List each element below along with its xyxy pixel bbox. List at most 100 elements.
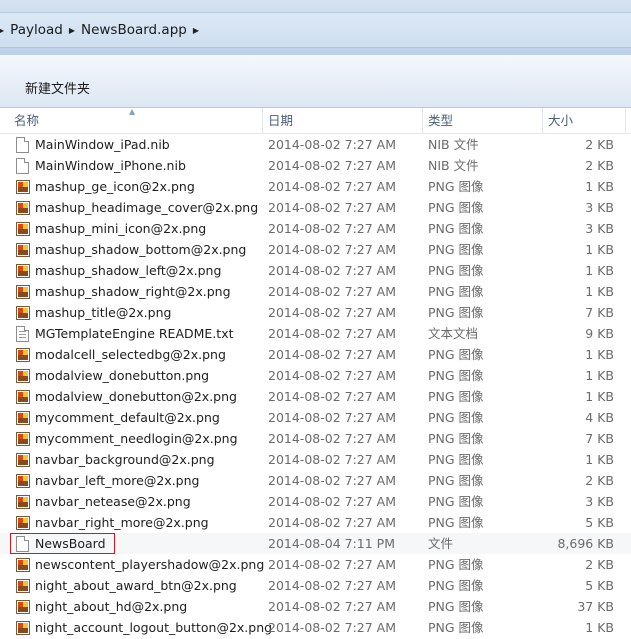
file-size: 1 KB	[585, 389, 614, 404]
file-type: PNG 图像	[428, 410, 484, 425]
file-row[interactable]: mycomment_default@2x.png 2014-08-02 7:27 …	[0, 407, 631, 428]
file-row[interactable]: night_about_award_btn@2x.png 2014-08-02 7…	[0, 575, 631, 596]
file-row[interactable]: mashup_shadow_left@2x.png 2014-08-02 7:27…	[0, 260, 631, 281]
file-date: 2014-08-02 7:27 AM	[268, 263, 396, 278]
new-folder-button[interactable]: 新建文件夹	[17, 79, 98, 101]
file-name[interactable]: night_account_logout_button@2x.png	[35, 617, 272, 638]
file-size: 2 KB	[585, 158, 614, 173]
file-name[interactable]: MGTemplateEngine README.txt	[35, 323, 234, 344]
file-name[interactable]: mycomment_needlogin@2x.png	[35, 428, 238, 449]
file-row[interactable]: mashup_headimage_cover@2x.png 2014-08-02 …	[0, 197, 631, 218]
breadcrumb-item-payload[interactable]: Payload	[6, 22, 67, 38]
breadcrumb[interactable]: ▶ Payload ▶ NewsBoard.app ▶	[0, 12, 631, 48]
file-date: 2014-08-02 7:27 AM	[268, 305, 396, 320]
column-divider[interactable]	[262, 108, 263, 133]
file-type: PNG 图像	[428, 368, 484, 383]
image-icon	[16, 452, 30, 467]
file-name[interactable]: night_about_award_btn@2x.png	[35, 575, 237, 596]
file-type: PNG 图像	[428, 200, 484, 215]
column-divider[interactable]	[422, 108, 423, 133]
file-type: PNG 图像	[428, 263, 484, 278]
file-name[interactable]: MainWindow_iPad.nib	[35, 134, 170, 155]
file-name[interactable]: navbar_left_more@2x.png	[35, 470, 199, 491]
file-type: 文件	[428, 536, 454, 551]
file-row[interactable]: mashup_mini_icon@2x.png 2014-08-02 7:27 A…	[0, 218, 631, 239]
file-type: PNG 图像	[428, 620, 484, 635]
file-name[interactable]: night_about_hd@2x.png	[35, 596, 187, 617]
image-icon	[16, 179, 30, 194]
file-size: 1 KB	[585, 452, 614, 467]
image-icon	[16, 200, 30, 215]
file-row[interactable]: NewsBoard 2014-08-04 7:11 PM 文件 8,696 KB	[0, 533, 631, 554]
file-row[interactable]: mashup_shadow_bottom@2x.png 2014-08-02 7:…	[0, 239, 631, 260]
column-header-size[interactable]: 大小	[548, 108, 573, 133]
file-row[interactable]: mashup_title@2x.png 2014-08-02 7:27 AM PNG…	[0, 302, 631, 323]
file-name[interactable]: modalcell_selectedbg@2x.png	[35, 344, 226, 365]
file-row[interactable]: navbar_netease@2x.png 2014-08-02 7:27 AM P…	[0, 491, 631, 512]
file-name[interactable]: modalview_donebutton@2x.png	[35, 386, 237, 407]
column-header-type[interactable]: 类型	[428, 108, 453, 133]
file-row[interactable]: modalcell_selectedbg@2x.png 2014-08-02 7:…	[0, 344, 631, 365]
file-name[interactable]: MainWindow_iPhone.nib	[35, 155, 186, 176]
file-name[interactable]: mycomment_default@2x.png	[35, 407, 220, 428]
file-size: 2 KB	[585, 557, 614, 572]
breadcrumb-item-newsboard-app[interactable]: NewsBoard.app	[77, 22, 191, 38]
file-size: 1 KB	[585, 284, 614, 299]
file-row[interactable]: mashup_ge_icon@2x.png 2014-08-02 7:27 AM P…	[0, 176, 631, 197]
file-date: 2014-08-02 7:27 AM	[268, 242, 396, 257]
file-type: PNG 图像	[428, 284, 484, 299]
file-date: 2014-08-02 7:27 AM	[268, 179, 396, 194]
file-row[interactable]: MainWindow_iPhone.nib 2014-08-02 7:27 AM N…	[0, 155, 631, 176]
file-name[interactable]: modalview_donebutton.png	[35, 365, 209, 386]
file-name[interactable]: mashup_shadow_left@2x.png	[35, 260, 221, 281]
image-icon	[16, 242, 30, 257]
file-row[interactable]: mycomment_needlogin@2x.png 2014-08-02 7:2…	[0, 428, 631, 449]
file-row[interactable]: navbar_left_more@2x.png 2014-08-02 7:27 A…	[0, 470, 631, 491]
file-row[interactable]: night_about_hd@2x.png 2014-08-02 7:27 AM P…	[0, 596, 631, 617]
column-divider[interactable]	[542, 108, 543, 133]
file-name[interactable]: navbar_netease@2x.png	[35, 491, 191, 512]
file-date: 2014-08-02 7:27 AM	[268, 578, 396, 593]
file-date: 2014-08-02 7:27 AM	[268, 599, 396, 614]
file-date: 2014-08-02 7:27 AM	[268, 557, 396, 572]
file-row[interactable]: MainWindow_iPad.nib 2014-08-02 7:27 AM NIB…	[0, 134, 631, 155]
file-row[interactable]: navbar_background@2x.png 2014-08-02 7:27 …	[0, 449, 631, 470]
file-name[interactable]: mashup_ge_icon@2x.png	[35, 176, 195, 197]
image-icon	[16, 221, 30, 236]
file-row[interactable]: newscontent_playershadow@2x.png 2014-08-0…	[0, 554, 631, 575]
image-icon	[16, 368, 30, 383]
file-name[interactable]: mashup_shadow_right@2x.png	[35, 281, 231, 302]
file-size: 2 KB	[585, 473, 614, 488]
chevron-right-icon[interactable]: ▶	[191, 26, 201, 35]
file-name[interactable]: mashup_headimage_cover@2x.png	[35, 197, 258, 218]
file-name[interactable]: newscontent_playershadow@2x.png	[35, 554, 264, 575]
file-date: 2014-08-02 7:27 AM	[268, 221, 396, 236]
file-row[interactable]: modalview_donebutton@2x.png 2014-08-02 7:…	[0, 386, 631, 407]
file-size: 3 KB	[585, 494, 614, 509]
chevron-right-icon[interactable]: ▶	[67, 26, 77, 35]
image-icon	[16, 557, 30, 572]
file-name[interactable]: mashup_mini_icon@2x.png	[35, 218, 206, 239]
file-row[interactable]: modalview_donebutton.png 2014-08-02 7:27 …	[0, 365, 631, 386]
column-divider[interactable]	[625, 108, 626, 133]
file-date: 2014-08-02 7:27 AM	[268, 389, 396, 404]
file-row[interactable]: MGTemplateEngine README.txt 2014-08-02 7:…	[0, 323, 631, 344]
file-date: 2014-08-02 7:27 AM	[268, 347, 396, 362]
file-date: 2014-08-02 7:27 AM	[268, 368, 396, 383]
file-name[interactable]: mashup_title@2x.png	[35, 302, 171, 323]
file-list: MainWindow_iPad.nib 2014-08-02 7:27 AM NIB…	[0, 134, 631, 638]
file-row[interactable]: night_account_logout_button@2x.png 2014-0…	[0, 617, 631, 638]
file-row[interactable]: navbar_right_more@2x.png 2014-08-02 7:27 …	[0, 512, 631, 533]
image-icon	[16, 431, 30, 446]
file-name[interactable]: mashup_shadow_bottom@2x.png	[35, 239, 246, 260]
file-type: PNG 图像	[428, 305, 484, 320]
file-date: 2014-08-02 7:27 AM	[268, 452, 396, 467]
file-name[interactable]: navbar_right_more@2x.png	[35, 512, 209, 533]
column-header-name[interactable]: 名称	[14, 108, 39, 133]
file-type: PNG 图像	[428, 494, 484, 509]
column-header-date[interactable]: 日期	[268, 108, 293, 133]
file-name[interactable]: navbar_background@2x.png	[35, 449, 215, 470]
file-size: 1 KB	[585, 620, 614, 635]
file-row[interactable]: mashup_shadow_right@2x.png 2014-08-02 7:2…	[0, 281, 631, 302]
text-document-icon	[16, 326, 30, 342]
